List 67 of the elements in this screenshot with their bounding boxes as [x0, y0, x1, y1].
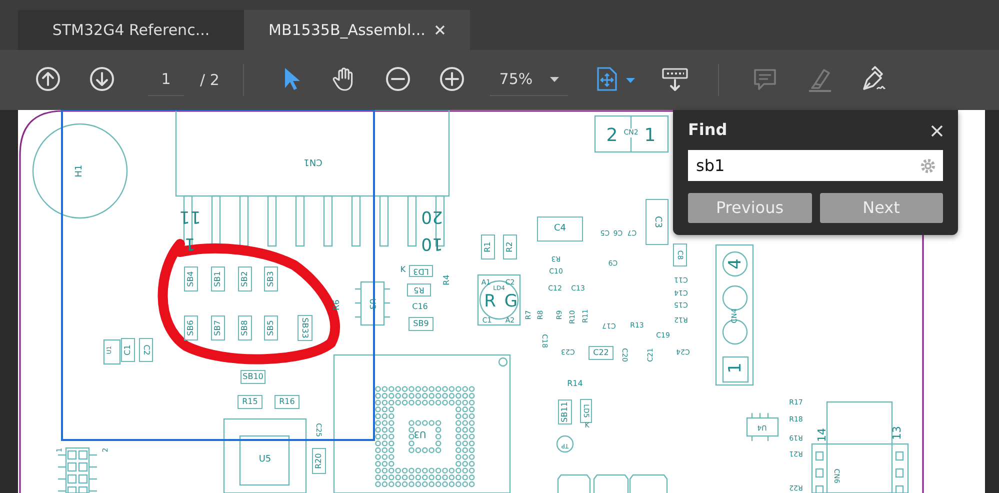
silkscreen-text: R14 — [567, 380, 583, 388]
silkscreen-text: 4 — [728, 258, 744, 270]
silkscreen-text: 13 — [892, 426, 902, 440]
footprint-outline — [556, 435, 574, 453]
silkscreen-text: R — [484, 294, 496, 310]
component-label: C2 — [139, 338, 153, 362]
silkscreen-text: 14 — [816, 428, 828, 442]
page-number-field[interactable]: 1 — [148, 64, 184, 96]
keyboard-down-icon — [661, 66, 690, 94]
silkscreen-text: 1 — [184, 234, 196, 252]
caret-icon — [550, 77, 560, 82]
component-label: SB3 — [264, 266, 278, 292]
close-icon — [931, 124, 943, 137]
component-label: R1 — [481, 234, 495, 260]
close-icon[interactable] — [435, 25, 446, 35]
component-label: C4 — [537, 216, 583, 242]
footprint-outline — [746, 412, 779, 442]
component-label: C3 — [646, 199, 668, 245]
footprint-outline — [103, 339, 121, 365]
component-label: R15 — [238, 395, 262, 409]
footprint-outline — [477, 274, 521, 326]
page-total: / 2 — [200, 70, 220, 91]
silkscreen-text: K — [400, 266, 406, 274]
silkscreen-text: R6 — [333, 300, 341, 310]
zoom-dropdown[interactable]: 75% — [490, 64, 568, 96]
component-label: R20 — [312, 448, 326, 474]
silkscreen-text: H1 — [76, 164, 84, 178]
document-tab[interactable]: STM32G4 Referenc... — [18, 10, 244, 50]
component-label: C1 — [121, 338, 135, 362]
component-label: SB4 — [184, 266, 198, 292]
silkscreen-text: 1 — [728, 362, 744, 374]
component-label: SB6 — [184, 316, 198, 340]
footprint-outline — [593, 474, 629, 493]
component-label: SB7 — [211, 316, 225, 340]
silkscreen-text: 2 — [606, 127, 618, 145]
silkscreen-text: 20 — [421, 208, 443, 224]
find-title: Find — [688, 119, 728, 141]
silkscreen-text: R4 — [443, 274, 451, 286]
search-field[interactable]: sb1 — [688, 150, 943, 181]
component-label: R16 — [274, 395, 300, 409]
silkscreen-text: U3 — [414, 428, 426, 438]
component-label: SB10 — [240, 370, 266, 384]
component-label: SB1 — [211, 266, 225, 292]
component-label: SB5 — [264, 316, 278, 340]
component-label: LD3 — [409, 265, 433, 277]
silkscreen-text: G — [504, 294, 518, 310]
component-label: SB9 — [408, 317, 434, 331]
silkscreen-text: CN1 — [304, 156, 322, 166]
silkscreen-text: 1 — [644, 127, 656, 145]
silkscreen-text: 10 — [421, 234, 443, 252]
component-label: R2 — [503, 234, 517, 260]
component-label: SB11 — [558, 400, 572, 424]
component-label: SB33 — [298, 315, 312, 341]
component-label: SB2 — [238, 266, 252, 292]
silkscreen-text: 11 — [179, 208, 201, 224]
silkscreen-text: U3 — [368, 298, 376, 310]
footprint-outline — [557, 474, 591, 493]
silkscreen-text: U5 — [258, 456, 272, 464]
component-label: R5 — [407, 284, 431, 296]
component-label: C22 — [588, 346, 614, 360]
caret-icon — [626, 78, 635, 82]
footprint-outline — [629, 474, 668, 493]
component-label: SB8 — [238, 316, 252, 340]
footprint-outline — [354, 281, 391, 326]
document-tab[interactable]: MB1535B_Assembl... — [244, 10, 470, 50]
footprint-outline — [57, 447, 98, 493]
silkscreen-text: C16 — [412, 303, 428, 311]
